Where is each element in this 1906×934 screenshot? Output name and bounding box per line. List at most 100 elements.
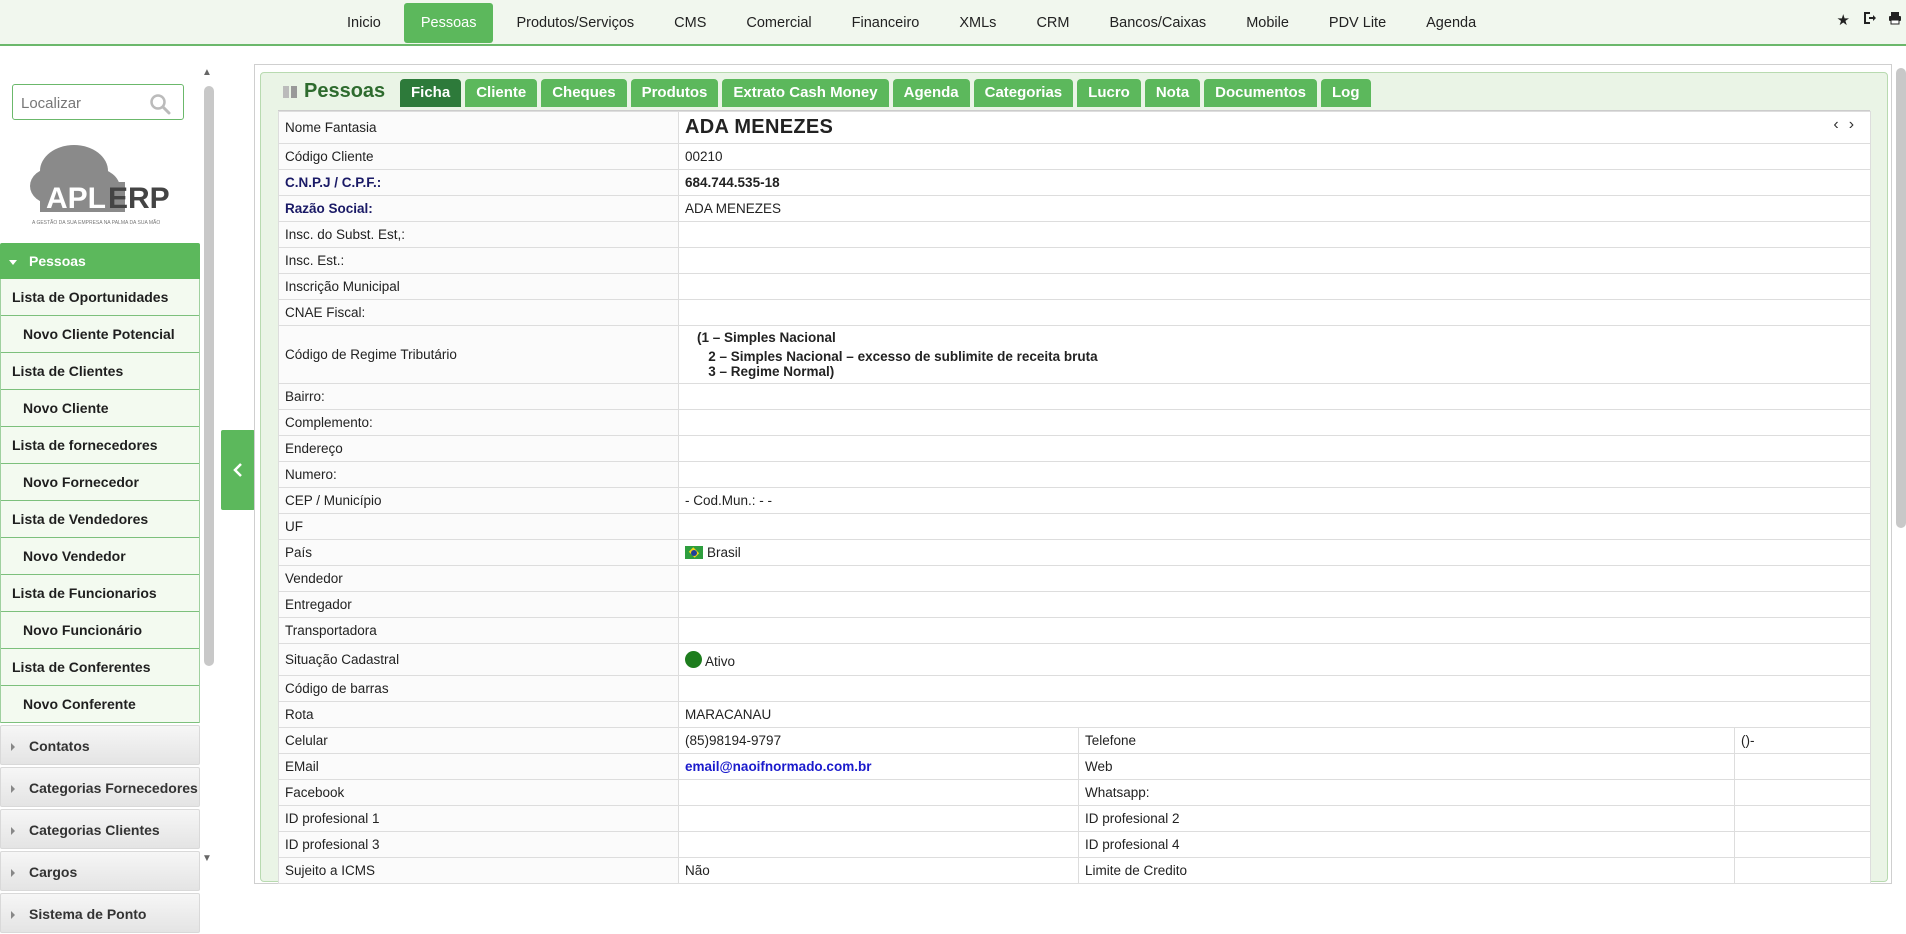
form-row: Rota MARACANAU [278,701,1872,728]
sidebar-item[interactable]: Lista de Vendedores [1,501,199,538]
print-icon[interactable] [1888,11,1902,29]
collapse-sidebar-button[interactable] [221,430,255,510]
tab[interactable]: Agenda [892,79,970,107]
field-label: Inscrição Municipal [278,273,679,300]
sidebar-section-label: Pessoas [29,253,86,269]
sidebar-item[interactable]: Novo Conferente [1,686,199,723]
field-label: Código Cliente [278,143,679,170]
sidebar-group[interactable]: Cargos [0,851,200,891]
top-menu-item[interactable]: Agenda [1409,3,1493,43]
tab[interactable]: Nota [1144,79,1201,107]
field-label: Transportadora [278,617,679,644]
email-link[interactable]: email@naoifnormado.com.br [685,759,871,774]
scroll-up-arrow-icon[interactable]: ▲ [202,67,212,78]
form-row: ID profesional 3 ID profesional 4 [278,831,1872,858]
sidebar-group-label: Categorias Clientes [29,822,160,838]
top-menu-item[interactable]: Financeiro [835,3,937,43]
search-icon[interactable] [149,93,171,115]
caret-right-icon [11,911,15,920]
top-menu-item[interactable]: Inicio [330,3,398,43]
top-menu-item[interactable]: CMS [657,3,723,43]
panel-tabs: Ficha Cliente Cheques Produtos Extrato Cash … [400,79,1371,107]
form-row: Transportadora [278,617,1872,644]
tab[interactable]: Log [1321,79,1371,107]
logout-icon[interactable] [1862,11,1876,29]
sidebar-scrollbar[interactable] [204,86,214,666]
sidebar-group-label: Sistema de Ponto [29,906,147,922]
nome-fantasia-value: ADA MENEZES ‹› [677,111,1872,144]
form-row: Entregador [278,591,1872,618]
tab[interactable]: Ficha [400,79,462,107]
search-input[interactable] [21,93,141,113]
form-row: Numero: [278,461,1872,488]
tab[interactable]: Extrato Cash Money [722,79,889,107]
sidebar-item[interactable]: Lista de Funcionarios [1,575,199,612]
sidebar-item[interactable]: Novo Funcionário [1,612,199,649]
sidebar-group-label: Contatos [29,738,90,754]
tab[interactable]: Cliente [465,79,538,107]
sidebar-group-label: Categorias Fornecedores [29,780,198,796]
sidebar-item[interactable]: Lista de Oportunidades [1,279,199,316]
situacao-value: Ativo [677,643,1872,676]
tab[interactable]: Produtos [630,79,719,107]
sidebar-item[interactable]: Novo Cliente [1,390,199,427]
field-label: Numero: [278,461,679,488]
form-row: Insc. do Subst. Est,: [278,221,1872,248]
sidebar-group[interactable]: Categorias Clientes [0,809,200,849]
form-row: Inscrição Municipal [278,273,1872,300]
caret-down-icon [9,259,17,265]
panel-title-text: Pessoas [304,80,386,102]
top-menu-item[interactable]: PDV Lite [1312,3,1403,43]
search-box [12,84,184,120]
facebook-value [678,779,1079,806]
field-label: Insc. do Subst. Est,: [278,221,679,248]
caret-right-icon [11,869,15,878]
sidebar-item[interactable]: Lista de Clientes [1,353,199,390]
page-scrollbar[interactable] [1896,68,1906,528]
form-row: EMail email@naoifnormado.com.br Web [278,753,1872,780]
top-menu-item[interactable]: Mobile [1229,3,1306,43]
field-label: Código de barras [278,675,679,702]
field-label: Entregador [278,591,679,618]
tab[interactable]: Cheques [541,79,627,107]
vendedor-value [677,565,1872,592]
star-icon[interactable]: ★ [1837,11,1850,29]
entregador-value [677,591,1872,618]
regime-line: 3 – Regime Normal) [697,364,835,379]
form-row: C.N.P.J / C.P.F.: 684.744.535-18 [278,169,1872,196]
field-label: C.N.P.J / C.P.F.: [278,169,679,196]
form-row: Situação Cadastral Ativo [278,643,1872,676]
tab[interactable]: Documentos [1204,79,1318,107]
document-icon [283,85,297,98]
sidebar-item[interactable]: Novo Vendedor [1,538,199,575]
status-dot-icon [685,650,702,668]
sidebar-item[interactable]: Novo Cliente Potencial [1,316,199,353]
sidebar-item[interactable]: Lista de fornecedores [1,427,199,464]
top-menu-item[interactable]: Produtos/Serviços [499,3,651,43]
top-menu-item[interactable]: CRM [1019,3,1086,43]
top-menu-item[interactable]: XMLs [942,3,1013,43]
top-menu-bar: Inicio Pessoas Produtos/Serviços CMS Comerci… [0,0,1906,46]
field-label: ID profesional 3 [278,831,679,858]
sidebar-item[interactable]: Novo Fornecedor [1,464,199,501]
top-menu-item[interactable]: Pessoas [403,3,494,43]
scroll-down-arrow-icon[interactable]: ▼ [202,853,212,864]
sidebar-group[interactable]: Sistema de Ponto [0,893,200,933]
sidebar-group[interactable]: Contatos [0,725,200,765]
sidebar-section-pessoas[interactable]: Pessoas [0,243,200,279]
form-row: CNAE Fiscal: [278,299,1872,326]
svg-text:APL: APL [46,182,106,215]
field-label: Telefone [1078,727,1735,754]
form-row: Facebook Whatsapp: [278,779,1872,806]
sidebar-group[interactable]: Categorias Fornecedores [0,767,200,807]
form-row: UF [278,513,1872,540]
sidebar-item[interactable]: Lista de Conferentes [1,649,199,686]
top-menu-item[interactable]: Bancos/Caixas [1092,3,1223,43]
field-label: ID profesional 4 [1078,831,1735,858]
nome-fantasia-text: ADA MENEZES [685,116,834,138]
tab[interactable]: Lucro [1077,79,1141,107]
record-pager[interactable]: ‹› [1833,116,1864,134]
tab[interactable]: Categorias [973,79,1074,107]
form-row: Sujeito a ICMS Não Limite de Credito [278,857,1872,884]
top-menu-item[interactable]: Comercial [729,3,828,43]
